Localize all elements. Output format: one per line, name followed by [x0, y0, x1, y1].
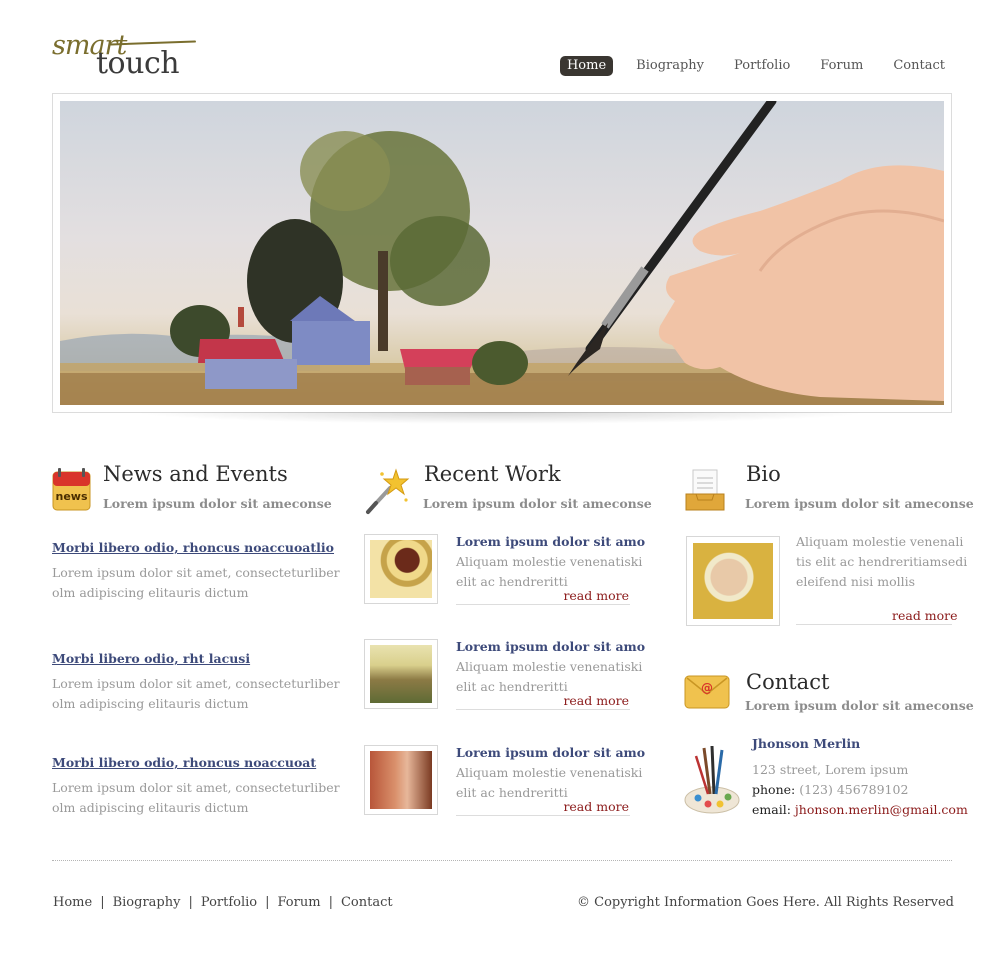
footer-link-biography[interactable]: Biography — [113, 895, 181, 910]
recent-work-subtitle: Lorem ipsum dolor sit ameconse — [423, 496, 652, 511]
recent-work-section: Recent Work Lorem ipsum dolor sit amecon… — [364, 462, 652, 816]
bio-text: Aliquam molestie venenali tis elit ac he… — [796, 534, 968, 589]
news-item-link[interactable]: Morbi libero odio, rhoncus noaccuoatlio — [52, 540, 334, 555]
divider-line — [456, 604, 630, 605]
bio-subtitle: Lorem ipsum dolor sit ameconse — [745, 496, 974, 511]
nav-portfolio[interactable]: Portfolio — [727, 56, 797, 76]
nav-home[interactable]: Home — [559, 56, 614, 76]
recent-work-header: Recent Work Lorem ipsum dolor sit amecon… — [364, 462, 652, 518]
news-item-text: Lorem ipsum dolor sit amet, consecteturl… — [52, 780, 340, 815]
hero-banner — [52, 93, 952, 413]
nav-contact[interactable]: Contact — [886, 56, 952, 76]
footer-link-portfolio[interactable]: Portfolio — [201, 895, 257, 910]
bio-header: Bio Lorem ipsum dolor sit ameconse — [684, 462, 974, 518]
magic-wand-icon — [364, 466, 410, 514]
logo-main-text: touch — [96, 46, 180, 81]
work-item-title[interactable]: Lorem ipsum dolor sit amo — [456, 639, 645, 654]
work-item-title[interactable]: Lorem ipsum dolor sit amo — [456, 534, 645, 549]
read-more-link[interactable]: read more — [563, 799, 629, 814]
footer-separator: | — [100, 895, 105, 910]
work-item: Lorem ipsum dolor sit amo Aliquam molest… — [364, 639, 645, 713]
news-item: Morbi libero odio, rht lacusi Lorem ipsu… — [52, 651, 340, 714]
contact-phone: phone: (123) 456789102 — [752, 782, 909, 797]
news-subtitle: Lorem ipsum dolor sit ameconse — [103, 496, 332, 511]
contact-subtitle: Lorem ipsum dolor sit ameconse — [745, 698, 974, 713]
calendar-news-icon: news — [52, 466, 92, 512]
news-header: news News and Events Lorem ipsum dolor s… — [52, 462, 332, 518]
paint-palette-icon — [684, 744, 740, 816]
work-item-text: Aliquam molestie venenatiski elit ac hen… — [456, 659, 643, 694]
footer-separator: | — [188, 895, 193, 910]
footer-divider — [52, 860, 952, 861]
work-item: Lorem ipsum dolor sit amo Aliquam molest… — [364, 745, 645, 819]
work-thumbnail[interactable] — [364, 534, 438, 604]
banner-shadow — [130, 412, 870, 424]
read-more-link[interactable]: read more — [563, 693, 629, 708]
news-item-link[interactable]: Morbi libero odio, rhoncus noaccuoat — [52, 755, 322, 770]
work-thumbnail[interactable] — [364, 639, 438, 709]
footer-nav: Home | Biography | Portfolio | Forum | C… — [53, 895, 393, 910]
contact-title: Contact — [746, 670, 830, 694]
main-nav: Home Biography Portfolio Forum Contact — [559, 56, 952, 76]
recent-work-title: Recent Work — [424, 462, 561, 486]
footer-separator: | — [265, 895, 270, 910]
news-item-link[interactable]: Morbi libero odio, rht lacusi — [52, 651, 322, 666]
work-item-title[interactable]: Lorem ipsum dolor sit amo — [456, 745, 645, 760]
news-item: Morbi libero odio, rhoncus noaccuoat Lor… — [52, 755, 340, 818]
bio-title: Bio — [746, 462, 781, 486]
divider-line — [796, 624, 952, 625]
footer-separator: | — [328, 895, 333, 910]
bio-read-more-link[interactable]: read more — [892, 608, 958, 623]
contact-name: Jhonson Merlin — [752, 736, 861, 751]
document-tray-icon — [684, 466, 725, 512]
contact-section: @ Contact Lorem ipsum dolor sit ameconse… — [684, 668, 974, 817]
site-logo[interactable]: smart touch — [52, 30, 202, 82]
bio-portrait[interactable] — [686, 536, 780, 626]
watercolor-painting-illustration — [60, 101, 944, 405]
copyright-text: © Copyright Information Goes Here. All R… — [577, 895, 954, 910]
work-item-text: Aliquam molestie venenatiski elit ac hen… — [456, 765, 643, 800]
nav-biography[interactable]: Biography — [629, 56, 711, 76]
bio-section: Bio Lorem ipsum dolor sit ameconse Aliqu… — [684, 462, 974, 642]
news-item: Morbi libero odio, rhoncus noaccuoatlio … — [52, 540, 340, 603]
work-item: Lorem ipsum dolor sit amo Aliquam molest… — [364, 534, 645, 608]
footer-link-forum[interactable]: Forum — [278, 895, 321, 910]
footer-link-home[interactable]: Home — [53, 895, 92, 910]
email-envelope-icon: @ — [684, 672, 730, 718]
news-events-section: news News and Events Lorem ipsum dolor s… — [52, 462, 340, 815]
nav-forum[interactable]: Forum — [813, 56, 870, 76]
divider-line — [456, 815, 630, 816]
contact-email-link[interactable]: jhonson.merlin@gmail.com — [795, 802, 968, 817]
news-title: News and Events — [103, 462, 288, 486]
hero-image — [60, 101, 944, 405]
svg-text:news: news — [55, 490, 87, 503]
work-thumbnail[interactable] — [364, 745, 438, 815]
svg-text:@: @ — [701, 681, 713, 695]
read-more-link[interactable]: read more — [563, 588, 629, 603]
divider-line — [456, 709, 630, 710]
news-item-text: Lorem ipsum dolor sit amet, consecteturl… — [52, 565, 340, 600]
work-item-text: Aliquam molestie venenatiski elit ac hen… — [456, 554, 643, 589]
contact-address: 123 street, Lorem ipsum — [752, 762, 909, 777]
footer-link-contact[interactable]: Contact — [341, 895, 393, 910]
news-item-text: Lorem ipsum dolor sit amet, consecteturl… — [52, 676, 340, 711]
contact-email: email: jhonson.merlin@gmail.com — [752, 802, 968, 817]
contact-header: @ Contact Lorem ipsum dolor sit ameconse — [684, 668, 974, 724]
